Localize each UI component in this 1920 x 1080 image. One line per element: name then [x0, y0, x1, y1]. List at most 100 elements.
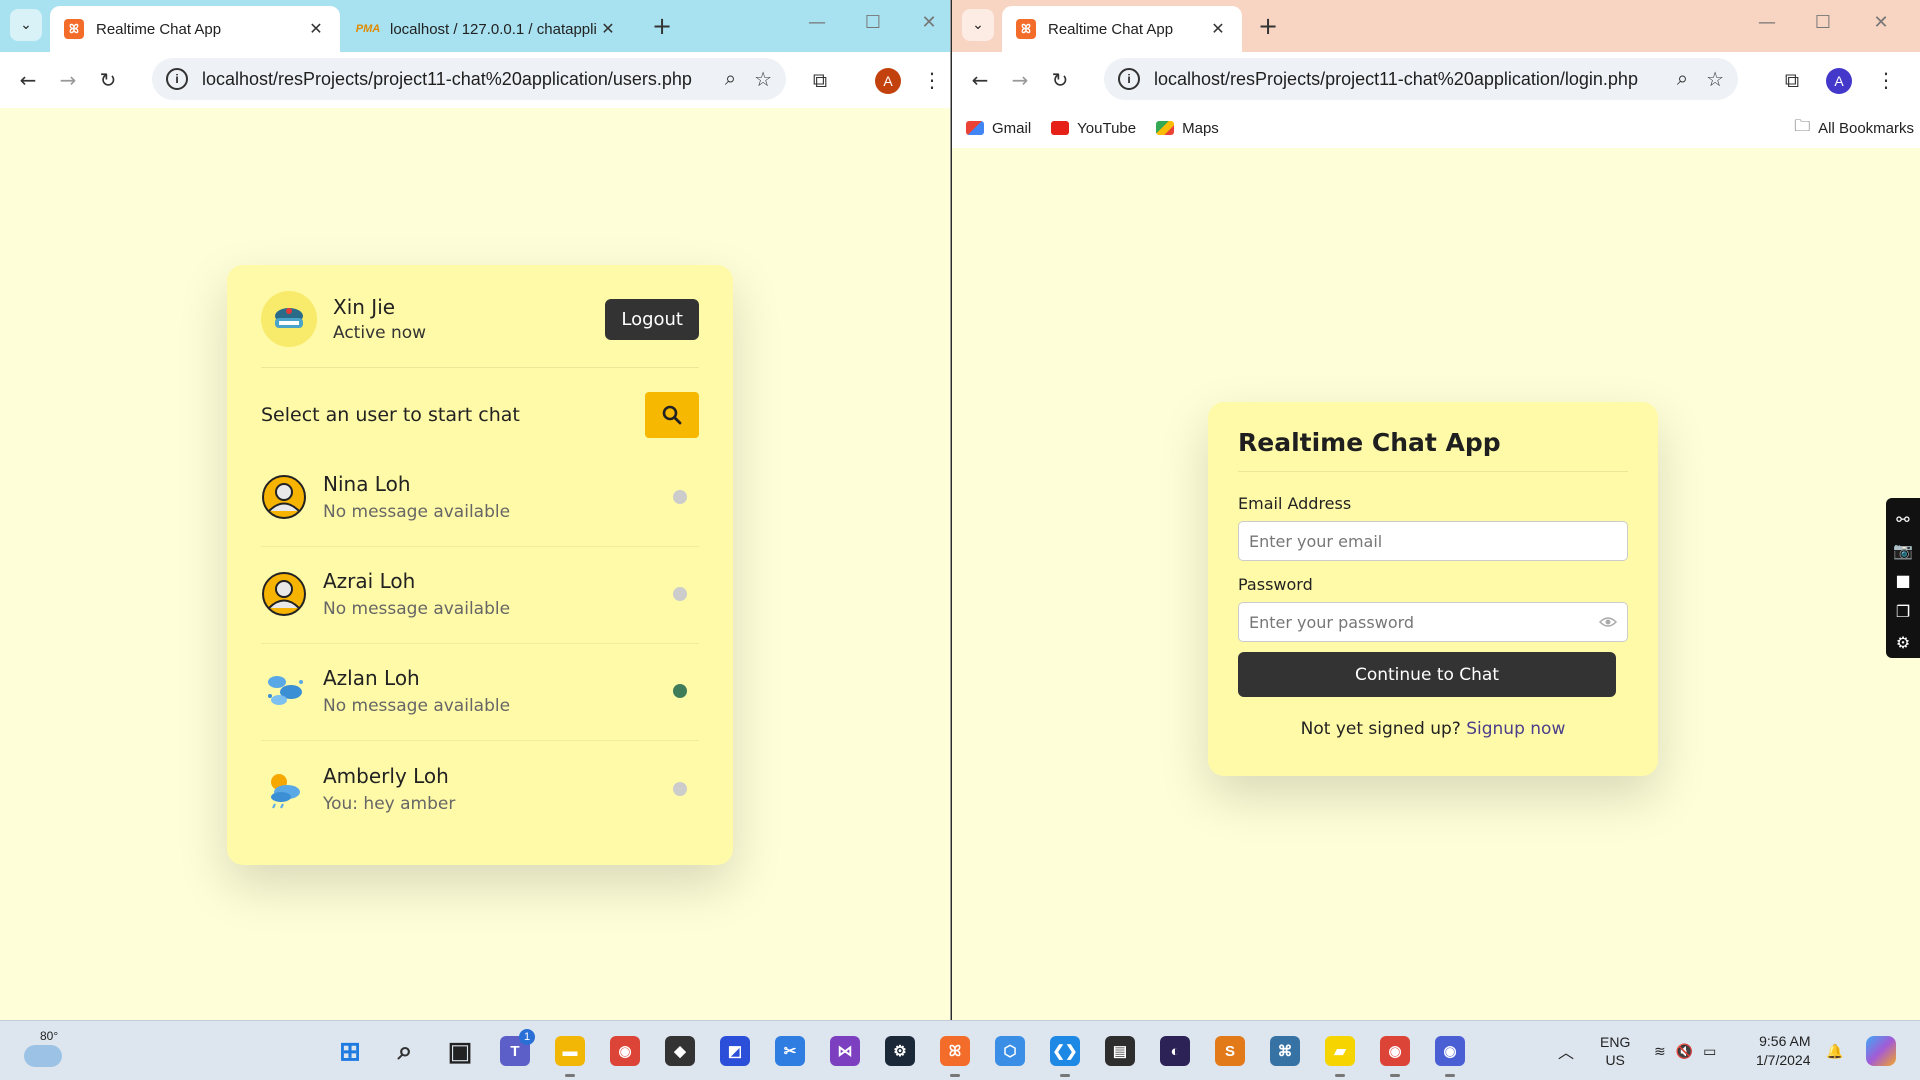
video-icon[interactable]: ■ — [1895, 566, 1910, 597]
address-bar[interactable]: i localhost/resProjects/project11-chat%2… — [1104, 58, 1738, 100]
list-item[interactable]: Azlan Loh No message available — [261, 644, 699, 741]
site-info-icon[interactable]: i — [166, 68, 188, 90]
bookmark-youtube[interactable]: YouTube — [1051, 120, 1136, 137]
chrome-taskbar-button[interactable]: ◉ — [603, 1029, 647, 1073]
back-icon[interactable]: ← — [8, 60, 48, 100]
current-user-header: Xin Jie Active now Logout — [261, 291, 699, 368]
notification-bell-icon[interactable]: 🔔 — [1826, 1021, 1843, 1080]
cube-app-taskbar-button[interactable]: ⬡ — [988, 1029, 1032, 1073]
search-taskbar-button[interactable]: ⌕ — [383, 1029, 427, 1073]
phpmyadmin-favicon-icon: PMA — [355, 23, 381, 35]
chrome-profile-b-taskbar-button[interactable]: ◉ — [1428, 1029, 1472, 1077]
bookmark-maps[interactable]: Maps — [1156, 120, 1219, 137]
vscode-taskbar-button[interactable]: ❮❯ — [1043, 1029, 1087, 1077]
email-field[interactable]: Enter your email — [1238, 521, 1628, 561]
file-explorer-taskbar-button[interactable]: ▬ — [548, 1029, 592, 1077]
terminal-app-taskbar-button[interactable]: ▤ — [1098, 1029, 1142, 1073]
visual-paradigm-taskbar-button[interactable]: ◩ — [713, 1029, 757, 1073]
xampp-taskbar-button[interactable]: ꕤ — [933, 1029, 977, 1077]
camera-icon[interactable]: 📷 — [1893, 535, 1913, 566]
profile-avatar[interactable]: A — [1826, 68, 1852, 94]
network-volume-battery[interactable]: ≋ 🔇 ▭ — [1654, 1021, 1716, 1080]
user-last-message: No message available — [323, 599, 511, 619]
language-indicator[interactable]: ENG US — [1600, 1021, 1630, 1080]
reload-icon[interactable]: ↻ — [1040, 60, 1080, 100]
xampp-icon: ꕤ — [940, 1036, 970, 1066]
zoom-icon[interactable]: ⌕ — [725, 68, 736, 91]
list-item[interactable]: Amberly Loh You: hey amber — [261, 741, 699, 838]
login-title: Realtime Chat App — [1238, 428, 1628, 472]
continue-to-chat-button[interactable]: Continue to Chat — [1238, 652, 1616, 697]
sublime-text-taskbar-button[interactable]: S — [1208, 1029, 1252, 1073]
list-item[interactable]: Nina Loh No message available — [261, 450, 699, 547]
new-tab-icon[interactable]: + — [648, 12, 676, 40]
task-view-taskbar-button[interactable]: ▣ — [438, 1029, 482, 1073]
bookmark-star-icon[interactable]: ☆ — [1706, 67, 1724, 92]
weather-widget[interactable]: 80° — [22, 1029, 62, 1071]
window-icon[interactable]: ❐ — [1896, 596, 1910, 627]
teams-taskbar-button[interactable]: T1 — [493, 1029, 537, 1073]
menu-kebab-icon[interactable]: ⋮ — [1866, 60, 1906, 100]
tab-realtime-chat-app[interactable]: ꕤ Realtime Chat App ✕ — [50, 6, 340, 52]
clock-time: 9:56 AM — [1759, 1033, 1811, 1049]
back-icon[interactable]: ← — [960, 60, 1000, 100]
new-tab-icon[interactable]: + — [1254, 12, 1282, 40]
chrome-profile-a-taskbar-button[interactable]: ◉ — [1373, 1029, 1417, 1077]
clock[interactable]: 9:56 AM 1/7/2024 — [1756, 1021, 1811, 1080]
bookmark-star-icon[interactable]: ☆ — [754, 67, 772, 92]
youtube-icon — [1051, 121, 1070, 135]
profile-avatar[interactable]: A — [875, 68, 901, 94]
tab-search-dropdown-icon[interactable]: ⌄ — [962, 9, 994, 41]
eclipse-taskbar-button[interactable]: ◐ — [1153, 1029, 1197, 1073]
signup-link[interactable]: Signup now — [1466, 719, 1565, 739]
eye-icon[interactable] — [1599, 616, 1617, 628]
address-bar[interactable]: i localhost/resProjects/project11-chat%2… — [152, 58, 786, 100]
extensions-icon[interactable]: ⧉ — [800, 60, 840, 100]
bookmark-gmail[interactable]: Gmail — [966, 120, 1031, 137]
zoom-icon[interactable]: ⌕ — [1677, 68, 1688, 91]
visual-studio-taskbar-button[interactable]: ⋈ — [823, 1029, 867, 1073]
tab-phpmyadmin[interactable]: PMA localhost / 127.0.0.1 / chatappli ✕ — [344, 6, 632, 52]
menu-kebab-icon[interactable]: ⋮ — [912, 60, 950, 100]
snipping-tool-taskbar-button[interactable]: ✂ — [768, 1029, 812, 1073]
copilot-icon[interactable] — [1866, 1021, 1896, 1080]
close-tab-icon[interactable]: ✕ — [1208, 19, 1228, 39]
forward-icon[interactable]: → — [1000, 60, 1040, 100]
steam-taskbar-button[interactable]: ⚙ — [878, 1029, 922, 1073]
offline-status-dot — [673, 781, 687, 796]
python-taskbar-button[interactable]: ⌘ — [1263, 1029, 1307, 1073]
close-window-icon[interactable]: ✕ — [1866, 12, 1896, 33]
gear-icon[interactable]: ⚙ — [1896, 627, 1910, 658]
chevron-up-icon[interactable]: ︿ — [1558, 1039, 1574, 1063]
snipping-tool-icon: ✂ — [775, 1036, 805, 1066]
close-window-icon[interactable]: ✕ — [914, 12, 944, 33]
list-item[interactable]: Azrai Loh No message available — [261, 547, 699, 644]
password-field[interactable]: Enter your password — [1238, 602, 1628, 642]
extensions-icon[interactable]: ⧉ — [1772, 60, 1812, 100]
search-button[interactable] — [645, 392, 699, 438]
forward-icon[interactable]: → — [48, 60, 88, 100]
link-icon[interactable]: ⚯ — [1896, 504, 1909, 535]
start-taskbar-button[interactable]: ⊞ — [328, 1029, 372, 1073]
reload-icon[interactable]: ↻ — [88, 60, 128, 100]
site-info-icon[interactable]: i — [1118, 68, 1140, 90]
unity-taskbar-button[interactable]: ◆ — [658, 1029, 702, 1073]
close-tab-icon[interactable]: ✕ — [306, 19, 326, 39]
taskbar-apps: ⊞ ⌕ ▣ T 1 ▬ ◉ ◆ ◩ ✂ ⋈ ⚙ ꕤ ⬡ ❮❯ ▤ ◐ S ⌘ ▰ ◉ ◉ — [328, 1029, 1483, 1077]
tab-search-dropdown-icon[interactable]: ⌄ — [10, 9, 42, 41]
tab-realtime-chat-app[interactable]: ꕤ Realtime Chat App ✕ — [1002, 6, 1242, 52]
minimize-icon[interactable]: — — [802, 12, 832, 33]
maximize-icon[interactable]: ☐ — [1808, 12, 1838, 33]
wifi-icon: ≋ — [1654, 1042, 1666, 1059]
current-user-name: Xin Jie — [333, 295, 396, 319]
tab-strip: ⌄ ꕤ Realtime Chat App ✕ PMA localhost / … — [0, 0, 950, 52]
bookmarks-bar: Gmail YouTube Maps 🗀 All Bookmarks — [952, 108, 1920, 148]
close-tab-icon[interactable]: ✕ — [598, 19, 618, 39]
user-last-message: No message available — [323, 502, 511, 522]
logout-button[interactable]: Logout — [605, 298, 699, 340]
maximize-icon[interactable]: ☐ — [858, 12, 888, 33]
sticky-notes-taskbar-button[interactable]: ▰ — [1318, 1029, 1362, 1077]
page-content: Realtime Chat App Email Address Enter yo… — [952, 148, 1920, 1020]
minimize-icon[interactable]: — — [1752, 12, 1782, 33]
all-bookmarks-button[interactable]: 🗀 All Bookmarks — [1794, 115, 1914, 142]
